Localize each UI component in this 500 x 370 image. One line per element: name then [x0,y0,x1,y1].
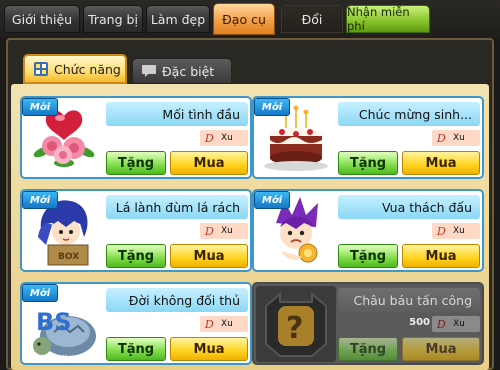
tab-dao-cu[interactable]: Đạo cụ [213,3,275,35]
item-name: Chúc mừng sinh... [338,102,480,126]
new-badge: Mới [254,98,290,116]
item-card[interactable]: Mới Chúc mừng sinh... D Xu Tặng Mua [252,96,484,179]
price-tag: D Xu [432,223,480,239]
item-name: Vua thách đấu [338,195,480,219]
buy-button[interactable]: Mua [170,337,248,361]
tab-gioi-thieu[interactable]: Giới thiệu [4,5,80,33]
price-tag: D Xu [200,223,248,239]
subtab-label: Đặc biệt [162,63,215,79]
tab-label: Đạo cụ [222,11,266,27]
chat-bubble-icon [141,63,157,79]
function-icon [33,61,49,77]
tab-label: Làm đẹp [150,11,206,27]
price-tag: D Xu [200,130,248,146]
tab-nhan-mien-phi[interactable]: Nhận miễn phí [346,5,430,33]
coin-icon: D [436,225,446,238]
currency-label: Xu [221,319,233,329]
currency-label: Xu [453,226,465,236]
coin-icon: D [436,318,446,331]
mystery-question-icon: ? [256,286,336,362]
new-badge: Mới [22,284,58,302]
price-amount: 500 [409,317,430,328]
item-name: Mối tình đầu [106,102,248,126]
subtab-dac-biet[interactable]: Đặc biệt [132,58,232,84]
item-card[interactable]: Mới Mối tình đầu D Xu Tặng Mua [20,96,252,179]
coin-icon: D [436,132,446,145]
new-badge: Mới [22,98,58,116]
tab-label: Đổi [301,11,323,27]
tab-trang-bi[interactable]: Trang bị [83,5,143,33]
item-name: Châu báu tấn công [338,288,480,312]
price-tag: D Xu [200,316,248,332]
gift-button[interactable]: Tặng [106,337,166,361]
svg-text:D: D [436,225,446,238]
svg-text:?: ? [286,311,303,346]
coin-icon: D [204,318,214,331]
coin-icon: D [204,132,214,145]
tab-lam-dep[interactable]: Làm đẹp [146,5,210,33]
price-tag: D Xu [432,316,480,332]
tab-label: Nhận miễn phí [347,5,410,33]
buy-button[interactable]: Mua [402,337,480,361]
svg-text:D: D [204,318,214,331]
gift-button[interactable]: Tặng [338,244,398,268]
coin-icon: D [204,225,214,238]
buy-button[interactable]: Mua [402,151,480,175]
buy-button[interactable]: Mua [402,244,480,268]
tab-label: Giới thiệu [11,11,73,27]
item-name: Đời không đối thủ [106,288,248,312]
svg-text:D: D [204,225,214,238]
new-badge: Mới [22,191,58,209]
svg-text:D: D [436,318,446,331]
currency-label: Xu [221,133,233,143]
svg-text:BOX: BOX [58,252,79,262]
buy-button[interactable]: Mua [170,151,248,175]
gift-button[interactable]: Tặng [106,244,166,268]
tab-label: Trang bị [88,11,138,27]
item-card-locked[interactable]: ? Châu báu tấn công 500 D Xu Tặng Mua [252,282,484,365]
gift-button[interactable]: Tặng [106,151,166,175]
gift-button[interactable]: Tặng [338,151,398,175]
subtab-chuc-nang[interactable]: Chức năng [23,54,127,84]
svg-text:..: .. [62,349,68,359]
currency-label: Xu [453,133,465,143]
item-card[interactable]: BOX Mới Lá lành đùm lá rách D Xu Tặng Mu… [20,189,252,272]
currency-label: Xu [221,226,233,236]
price-tag: D Xu [432,130,480,146]
gift-button[interactable]: Tặng [338,337,398,361]
subtab-label: Chức năng [54,61,121,77]
buy-button[interactable]: Mua [170,244,248,268]
item-card[interactable]: Mới Vua thách đấu D Xu Tặng Mua [252,189,484,272]
svg-text:BS: BS [36,308,72,336]
svg-text:D: D [204,132,214,145]
svg-text:D: D [436,132,446,145]
new-badge: Mới [254,191,290,209]
item-card[interactable]: BS .. Mới Đời không đối thủ D Xu Tặng Mu… [20,282,252,365]
tab-doi[interactable]: Đổi [281,5,343,33]
top-tab-bar: Giới thiệu Trang bị Làm đẹp Đạo cụ Đổi N… [0,0,500,38]
item-name: Lá lành đùm lá rách [106,195,248,219]
currency-label: Xu [453,319,465,329]
